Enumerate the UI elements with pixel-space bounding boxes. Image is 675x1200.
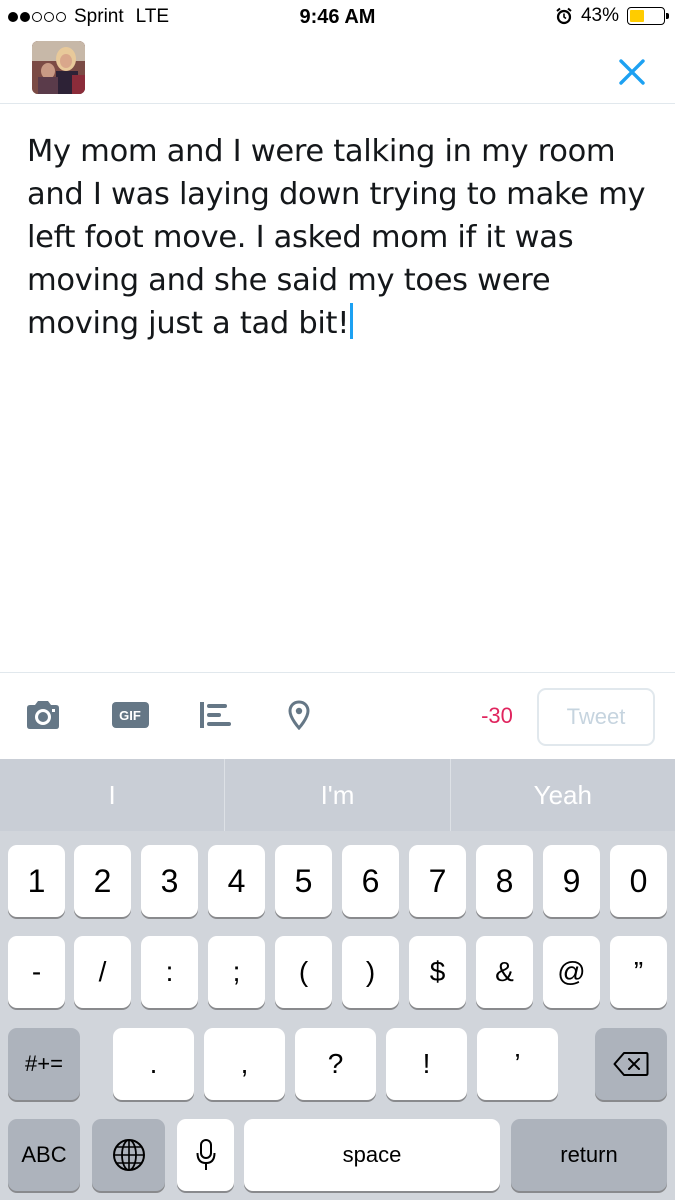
- battery-icon: [627, 7, 669, 25]
- compose-toolbar: GIF -30 Tweet: [0, 672, 675, 759]
- suggestion-1[interactable]: I: [0, 759, 224, 831]
- alarm-icon: [556, 7, 572, 25]
- space-key[interactable]: space: [244, 1119, 500, 1191]
- key-7[interactable]: 7: [409, 845, 466, 917]
- location-pin-icon: [288, 700, 310, 730]
- status-bar: Sprint LTE 9:46 AM 43%: [0, 0, 675, 36]
- key-8[interactable]: 8: [476, 845, 533, 917]
- key-4[interactable]: 4: [208, 845, 265, 917]
- battery-percent: 43%: [580, 5, 619, 26]
- key-1[interactable]: 1: [8, 845, 65, 917]
- key-6[interactable]: 6: [342, 845, 399, 917]
- key-semicolon[interactable]: ;: [208, 936, 265, 1008]
- key-close-paren[interactable]: ): [342, 936, 399, 1008]
- suggestion-2[interactable]: I'm: [224, 759, 449, 831]
- key-comma[interactable]: ,: [204, 1028, 285, 1100]
- poll-button[interactable]: [198, 695, 234, 735]
- camera-button[interactable]: [24, 695, 62, 735]
- predictive-text-bar: I I'm Yeah: [0, 759, 675, 831]
- delete-key[interactable]: [595, 1028, 667, 1100]
- key-more-symbols[interactable]: #+=: [8, 1028, 80, 1100]
- key-abc[interactable]: ABC: [8, 1119, 80, 1191]
- character-counter: -30: [481, 703, 513, 728]
- avatar[interactable]: [32, 41, 85, 94]
- backspace-icon: [613, 1052, 649, 1076]
- key-2[interactable]: 2: [74, 845, 131, 917]
- key-exclamation[interactable]: !: [386, 1028, 467, 1100]
- gif-icon: GIF: [111, 702, 149, 728]
- camera-icon: [27, 701, 59, 729]
- keyboard: I I'm Yeah 1 2 3 4 5 6 7 8 9 0 - / : ; (…: [0, 759, 675, 1200]
- microphone-icon: [196, 1139, 215, 1170]
- globe-icon: [112, 1139, 145, 1171]
- location-button[interactable]: [287, 695, 311, 735]
- key-dollar[interactable]: $: [409, 936, 466, 1008]
- key-apostrophe[interactable]: ’: [477, 1028, 558, 1100]
- tweet-compose-textarea[interactable]: My mom and I were talking in my room and…: [27, 130, 652, 345]
- close-x-icon: [619, 59, 645, 85]
- key-5[interactable]: 5: [275, 845, 332, 917]
- key-hyphen[interactable]: -: [8, 936, 65, 1008]
- key-colon[interactable]: :: [141, 936, 198, 1008]
- key-3[interactable]: 3: [141, 845, 198, 917]
- text-cursor: [350, 303, 354, 339]
- status-right: 43%: [555, 5, 669, 27]
- poll-icon: [200, 702, 231, 728]
- profile-photo-icon: [32, 41, 85, 94]
- return-key[interactable]: return: [511, 1119, 667, 1191]
- dictation-key[interactable]: [177, 1119, 234, 1191]
- tweet-text: My mom and I were talking in my room and…: [27, 134, 646, 341]
- tweet-button[interactable]: Tweet: [537, 688, 655, 746]
- key-slash[interactable]: /: [74, 936, 131, 1008]
- suggestion-3[interactable]: Yeah: [449, 759, 675, 831]
- key-question[interactable]: ?: [295, 1028, 376, 1100]
- key-period[interactable]: .: [113, 1028, 194, 1100]
- key-9[interactable]: 9: [543, 845, 600, 917]
- compose-header: [0, 36, 675, 104]
- key-ampersand[interactable]: &: [476, 936, 533, 1008]
- key-0[interactable]: 0: [610, 845, 667, 917]
- key-open-paren[interactable]: (: [275, 936, 332, 1008]
- globe-key[interactable]: [92, 1119, 165, 1191]
- key-at[interactable]: @: [543, 936, 600, 1008]
- close-button[interactable]: [612, 52, 652, 92]
- gif-button[interactable]: GIF: [111, 695, 149, 735]
- key-quote[interactable]: ”: [610, 936, 667, 1008]
- gif-label: GIF: [119, 707, 141, 723]
